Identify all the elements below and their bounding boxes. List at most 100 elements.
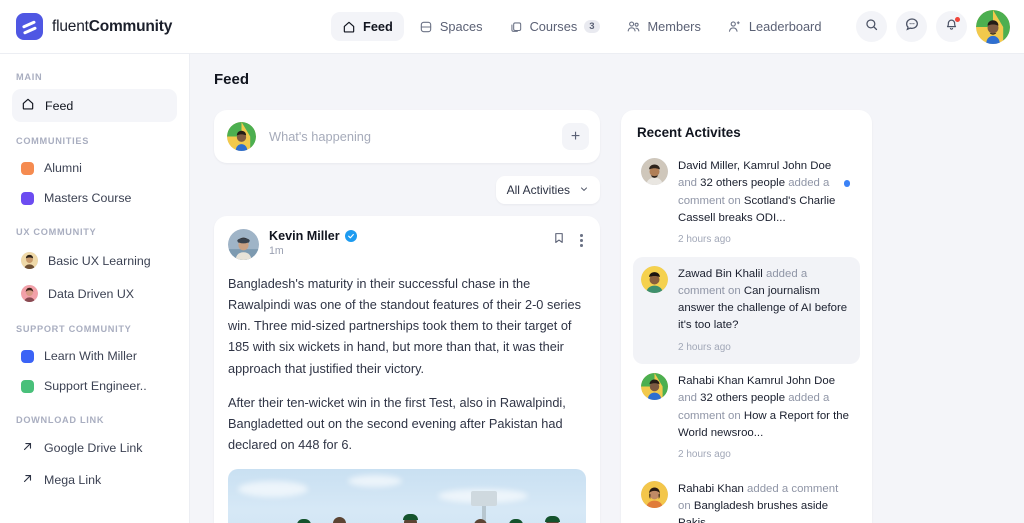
post-author-name: Kevin Miller [269, 229, 340, 243]
post-header: Kevin Miller 1m [228, 229, 586, 260]
avatar-image [976, 9, 1010, 44]
sidebar-item-feed[interactable]: Feed [12, 89, 177, 122]
post-author-meta: Kevin Miller 1m [269, 229, 542, 257]
main-navigation: Feed Spaces Courses 3 Members Leaderboar… [331, 12, 832, 41]
activity-actors: Rahabi Khan [678, 482, 744, 495]
page-title: Feed [214, 71, 250, 88]
add-post-button[interactable]: + [562, 123, 589, 150]
community-avatar [21, 285, 38, 302]
nav-label-leaderboard: Leaderboard [748, 19, 822, 34]
recent-activities-panel: Recent Activites David Miller, Kamrul Jo… [621, 110, 872, 523]
color-square-icon [21, 161, 34, 175]
color-square-icon [21, 379, 34, 393]
nav-item-spaces[interactable]: Spaces [408, 12, 494, 41]
activity-time: 2 hours ago [678, 341, 731, 353]
post-author-avatar[interactable] [228, 229, 259, 260]
brand-logo[interactable]: fluentCommunity [0, 13, 190, 40]
unread-indicator-dot [843, 180, 850, 187]
post-paragraph-1: Bangladesh's maturity in their successfu… [228, 276, 581, 376]
user-avatar[interactable] [976, 9, 1010, 44]
top-bar: fluentCommunity Feed Spaces Courses 3 Me… [0, 0, 1024, 54]
color-square-icon [21, 349, 34, 363]
sidebar-label-feed: Feed [45, 98, 74, 113]
post-image[interactable] [228, 469, 586, 523]
chat-bubble-icon [904, 16, 920, 37]
nav-item-leaderboard[interactable]: Leaderboard [716, 12, 833, 41]
sidebar-item-masters-course[interactable]: Masters Course [12, 183, 177, 213]
filter-label: All Activities [506, 183, 570, 197]
arrow-up-right-icon [21, 472, 34, 488]
sidebar-label-data-driven-ux: Data Driven UX [48, 286, 135, 301]
community-avatar [21, 252, 38, 269]
activity-item[interactable]: Zawad Bin Khalil added a comment on Can … [633, 256, 860, 364]
recent-activities-title: Recent Activites [637, 125, 741, 140]
activity-item[interactable]: David Miller, Kamrul John Doe and 32 oth… [633, 149, 860, 257]
sidebar-label-google-drive-link: Google Drive Link [44, 441, 143, 455]
sidebar-item-data-driven-ux[interactable]: Data Driven UX [12, 277, 177, 310]
nav-item-feed[interactable]: Feed [331, 12, 404, 41]
sidebar-label-alumni: Alumni [44, 161, 82, 175]
brand-name-light: fluent [52, 17, 89, 35]
sidebar-item-mega-link[interactable]: Mega Link [12, 464, 177, 496]
activity-actors: Zawad Bin Khalil [678, 267, 763, 280]
sidebar-label-mega-link: Mega Link [44, 473, 102, 487]
activity-column: Recent Activites David Miller, Kamrul Jo… [621, 110, 872, 523]
activity-avatar [641, 265, 668, 293]
sidebar-section-label-communities: COMMUNITIES [16, 136, 90, 146]
activity-text: David Miller, Kamrul John Doe and 32 oth… [678, 158, 852, 248]
color-square-icon [21, 191, 34, 205]
verified-badge-icon [344, 230, 357, 242]
user-star-icon [727, 19, 742, 34]
users-icon [626, 19, 641, 34]
post-actions [552, 229, 586, 250]
sidebar-section-label-main: MAIN [16, 72, 43, 82]
nav-label-spaces: Spaces [439, 19, 483, 34]
page-body: MAIN Feed COMMUNITIES Alumni Masters Cou… [0, 54, 1024, 523]
bookmark-icon[interactable] [552, 231, 566, 250]
activity-item[interactable]: Rahabi Khan added a comment on Banglades… [633, 472, 860, 523]
activity-text: Rahabi Khan Kamrul John Doe and 32 other… [678, 373, 852, 463]
sidebar-item-basic-ux-learning[interactable]: Basic UX Learning [12, 244, 177, 277]
activity-time: 2 hours ago [678, 234, 731, 246]
sidebar-item-support-engineer[interactable]: Support Engineer.. [12, 371, 177, 401]
post-body: Bangladesh's maturity in their successfu… [228, 273, 586, 455]
courses-count-badge: 3 [584, 20, 600, 33]
sidebar-section-label-download-link: DOWNLOAD LINK [16, 415, 105, 425]
brand-name: fluentCommunity [52, 18, 172, 36]
filter-row: All Activities [214, 176, 600, 204]
activity-connector: and [678, 392, 701, 405]
nav-label-members: Members [647, 19, 701, 34]
post-timestamp: 1m [269, 245, 284, 257]
notifications-button[interactable] [936, 11, 967, 42]
nav-item-members[interactable]: Members [615, 12, 712, 41]
messages-button[interactable] [896, 11, 927, 42]
search-icon [864, 17, 879, 37]
activity-item[interactable]: Rahabi Khan Kamrul John Doe and 32 other… [633, 364, 860, 472]
composer-avatar [227, 122, 256, 151]
sidebar-label-support-engineer: Support Engineer.. [44, 379, 147, 393]
activity-actors: David Miller, Kamrul John Doe [678, 160, 832, 172]
main-content: Feed What's happening + All Activities K… [190, 54, 1024, 523]
sidebar-section-label-support-community: SUPPORT COMMUNITY [16, 324, 132, 334]
nav-item-courses[interactable]: Courses 3 [498, 12, 611, 41]
sidebar-label-learn-with-miller: Learn With Miller [44, 349, 137, 363]
nav-label-courses: Courses [529, 19, 578, 34]
post-paragraph-2: After their ten-wicket win in the first … [228, 394, 566, 453]
chevron-down-icon [579, 183, 589, 197]
kebab-menu-icon[interactable] [577, 232, 586, 249]
sidebar-item-learn-with-miller[interactable]: Learn With Miller [12, 341, 177, 371]
activity-text: Rahabi Khan added a comment on Banglades… [678, 481, 852, 523]
search-button[interactable] [856, 11, 887, 42]
nav-label-feed: Feed [363, 19, 393, 34]
cards-icon [509, 20, 523, 34]
sidebar-item-alumni[interactable]: Alumni [12, 153, 177, 183]
post-composer[interactable]: What's happening + [214, 110, 600, 163]
sidebar-item-google-drive-link[interactable]: Google Drive Link [12, 432, 177, 464]
activity-time: 2 hours ago [678, 449, 731, 461]
activity-subject: Bangladesh brushes aside Pakis.. [678, 499, 829, 523]
activity-filter-dropdown[interactable]: All Activities [495, 176, 600, 204]
composer-placeholder[interactable]: What's happening [256, 129, 562, 144]
sidebar-label-masters-course: Masters Course [44, 191, 132, 205]
activity-extra: 32 others people [700, 392, 786, 405]
home-icon [342, 20, 356, 34]
